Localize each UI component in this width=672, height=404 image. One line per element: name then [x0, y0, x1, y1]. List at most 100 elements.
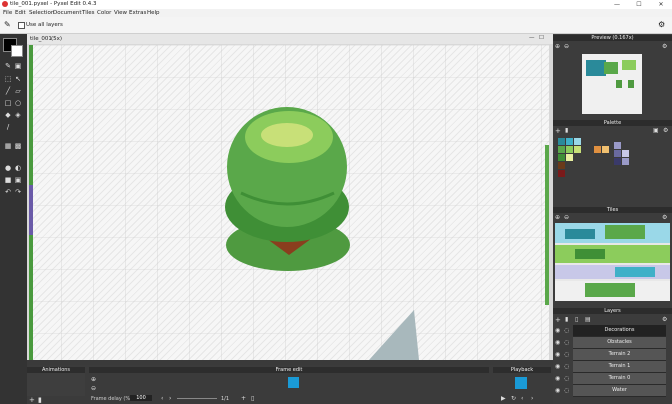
layer-item-terrain-1[interactable]: ◉ ◌ Terrain 1: [553, 361, 672, 373]
tileset-grid[interactable]: [555, 223, 670, 301]
animations-list[interactable]: [27, 373, 85, 396]
layer-settings-icon[interactable]: ⚙: [662, 316, 667, 323]
layer-item-decorations[interactable]: ◉ ◌ Decorations: [553, 325, 672, 337]
layer-item-obstacles[interactable]: ◉ ◌ Obstacles: [553, 337, 672, 349]
bottom-panel: Animations + ▮ Frame edit ⊕ ⊖ Frame dela…: [27, 365, 553, 404]
eraser-icon[interactable]: ▱: [14, 87, 22, 95]
visibility-eye-icon[interactable]: ◉: [555, 375, 560, 382]
playback-prev-icon[interactable]: ‹: [521, 395, 523, 402]
delete-color-icon[interactable]: ▮: [565, 127, 568, 134]
minimize-button[interactable]: —: [606, 0, 628, 9]
tiles-zoom-in-icon[interactable]: ⊕: [555, 214, 560, 221]
play-icon[interactable]: ▶: [501, 395, 506, 402]
loop-icon[interactable]: ↻: [511, 395, 516, 402]
add-animation-icon[interactable]: +: [29, 396, 35, 404]
fill-icon[interactable]: ▣: [14, 62, 22, 70]
preview-thumbnail[interactable]: [582, 54, 642, 114]
palette-settings-icon[interactable]: ⚙: [663, 127, 668, 134]
menu-tiles[interactable]: Tiles: [82, 10, 95, 16]
redo-icon[interactable]: ↷: [14, 188, 22, 196]
rectangle-icon[interactable]: □: [4, 99, 12, 107]
right-panel: Preview (0.167x) ⊕ ⊖ ⚙ Palette + ▮ ▣ ⚙ T…: [553, 34, 672, 404]
frame-slider[interactable]: [177, 398, 217, 399]
document-maximize-icon[interactable]: ☐: [539, 35, 544, 41]
frame-thumbnail[interactable]: [288, 377, 299, 388]
menu-edit[interactable]: Edit: [15, 10, 26, 16]
palette-image-icon[interactable]: ▣: [653, 127, 659, 134]
color-wheel-icon[interactable]: ◐: [14, 164, 22, 172]
settings-icon[interactable]: ⚙: [658, 20, 665, 29]
frame-delay-label: Frame delay (%): [91, 396, 133, 402]
use-all-layers-label: Use all layers: [26, 22, 63, 28]
visibility-eye-icon[interactable]: ◉: [555, 363, 560, 370]
grid-toggle-icon[interactable]: ▣: [14, 176, 22, 184]
layer-item-water[interactable]: ◉ ◌ Water: [553, 385, 672, 397]
close-button[interactable]: ✕: [650, 0, 672, 9]
layer-lock-icon[interactable]: ◌: [564, 387, 569, 394]
zoom-out-icon[interactable]: ⊖: [91, 385, 96, 392]
document-tab[interactable]: tile_001 (5x) — ☐: [27, 34, 553, 44]
ellipse-icon[interactable]: ○: [14, 99, 22, 107]
menu-document[interactable]: Document: [53, 10, 82, 16]
select-icon[interactable]: ⬚: [4, 75, 12, 83]
menu-color[interactable]: Color: [97, 10, 111, 16]
tiles-settings-icon[interactable]: ⚙: [662, 214, 667, 221]
zoom-icon[interactable]: ■: [4, 176, 12, 184]
frame-delay-input[interactable]: 100: [130, 395, 152, 401]
layer-item-terrain-2[interactable]: ◉ ◌ Terrain 2: [553, 349, 672, 361]
eyedropper-icon[interactable]: ✎: [4, 20, 11, 29]
playback-next-icon[interactable]: ›: [531, 395, 533, 402]
duplicate-layer-icon[interactable]: ▯: [575, 316, 578, 323]
document-minimize-icon[interactable]: —: [529, 35, 535, 41]
bucket-icon[interactable]: ◆: [4, 111, 12, 119]
maximize-button[interactable]: ☐: [628, 0, 650, 9]
zoom-in-icon[interactable]: ⊕: [91, 376, 96, 383]
menu-view[interactable]: View: [114, 10, 127, 16]
menu-file[interactable]: File: [3, 10, 12, 16]
add-color-icon[interactable]: +: [555, 127, 561, 135]
add-layer-icon[interactable]: +: [555, 316, 561, 324]
brush-icon[interactable]: /: [4, 123, 12, 131]
merge-layer-icon[interactable]: ▤: [585, 316, 591, 323]
layer-name: Terrain 2: [573, 349, 666, 361]
preview-zoom-in-icon[interactable]: ⊕: [555, 43, 560, 50]
tile-stamp-icon[interactable]: ▦: [4, 142, 12, 150]
visibility-eye-icon[interactable]: ◉: [555, 351, 560, 358]
preview-settings-icon[interactable]: ⚙: [662, 43, 667, 50]
layer-lock-icon[interactable]: ◌: [564, 351, 569, 358]
tile-grid-icon[interactable]: ▩: [14, 142, 22, 150]
use-all-layers-checkbox[interactable]: [18, 22, 25, 29]
delete-animation-icon[interactable]: ▮: [38, 396, 42, 404]
layer-lock-icon[interactable]: ◌: [564, 327, 569, 334]
replace-color-icon[interactable]: ◈: [14, 111, 22, 119]
palette-swatches[interactable]: [558, 138, 668, 198]
duplicate-frame-icon[interactable]: ▯: [251, 395, 254, 402]
layer-lock-icon[interactable]: ◌: [564, 339, 569, 346]
line-icon[interactable]: ╱: [4, 87, 12, 95]
visibility-eye-icon[interactable]: ◉: [555, 327, 560, 334]
prev-frame-icon[interactable]: ‹: [161, 395, 163, 402]
next-frame-icon[interactable]: ›: [169, 395, 171, 402]
color-picker-icon[interactable]: ●: [4, 164, 12, 172]
visibility-eye-icon[interactable]: ◉: [555, 387, 560, 394]
menu-selection[interactable]: Selection: [29, 10, 54, 16]
preview-zoom-out-icon[interactable]: ⊖: [564, 43, 569, 50]
layer-lock-icon[interactable]: ◌: [564, 363, 569, 370]
window-title: tile_001.pyxel - Pyxel Edit 0.4.3: [10, 1, 97, 7]
secondary-color-swatch[interactable]: [11, 45, 23, 57]
title-bar: tile_001.pyxel - Pyxel Edit 0.4.3 — ☐ ✕: [0, 0, 672, 9]
layer-item-terrain-0[interactable]: ◉ ◌ Terrain 0: [553, 373, 672, 385]
pencil-icon[interactable]: ✎: [4, 62, 12, 70]
menu-extras[interactable]: Extras: [129, 10, 146, 16]
document-tab-label: tile_001: [30, 36, 52, 42]
drawing-canvas[interactable]: [29, 45, 549, 360]
menu-help[interactable]: Help: [147, 10, 160, 16]
delete-layer-icon[interactable]: ▮: [565, 316, 568, 323]
layer-lock-icon[interactable]: ◌: [564, 375, 569, 382]
tiles-zoom-out-icon[interactable]: ⊖: [564, 214, 569, 221]
add-frame-icon[interactable]: +: [241, 395, 246, 402]
layers-header: Layers: [553, 308, 672, 314]
visibility-eye-icon[interactable]: ◉: [555, 339, 560, 346]
move-icon[interactable]: ↖: [14, 75, 22, 83]
undo-icon[interactable]: ↶: [4, 188, 12, 196]
